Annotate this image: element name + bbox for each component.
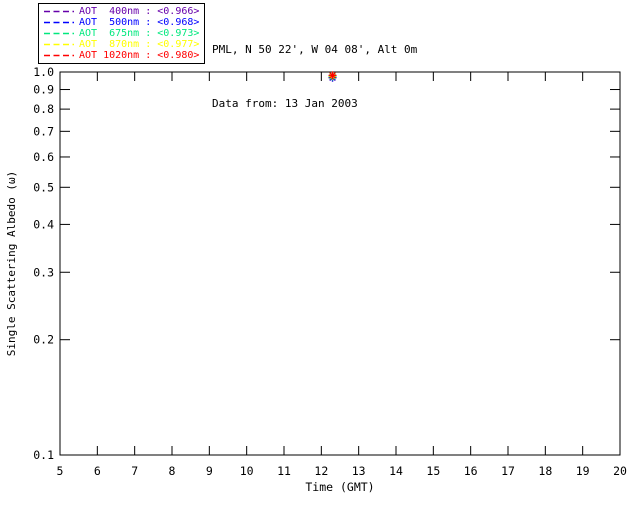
legend-label: AOT 400nm : <0.966>	[79, 6, 200, 17]
legend-box: AOT 400nm : <0.966> AOT 500nm : <0.968> AO…	[38, 3, 206, 64]
legend-label: AOT 870nm : <0.977>	[79, 39, 200, 50]
x-tick-label: 10	[240, 464, 254, 478]
x-tick-label: 15	[426, 464, 440, 478]
legend-dash-sample	[44, 21, 74, 24]
legend-item: AOT 500nm : <0.968>	[44, 17, 199, 28]
x-tick-label: 11	[277, 464, 291, 478]
x-tick-label: 8	[169, 464, 176, 478]
legend-dash-sample	[44, 32, 74, 35]
y-tick-label: 0.9	[33, 83, 54, 97]
y-axis-title: Single Scattering Albedo (ω)	[5, 171, 18, 356]
x-tick-label: 12	[314, 464, 328, 478]
x-tick-label: 17	[501, 464, 515, 478]
x-tick-label: 18	[538, 464, 552, 478]
y-tick-label: 0.8	[33, 102, 54, 116]
x-tick-label: 19	[576, 464, 590, 478]
legend-dash-sample	[44, 43, 74, 46]
legend-item: AOT 1020nm : <0.980>	[44, 50, 199, 61]
x-tick-label: 16	[464, 464, 478, 478]
y-tick-label: 1.0	[33, 65, 54, 79]
x-tick-label: 5	[57, 464, 64, 478]
legend-dash-sample	[44, 10, 74, 13]
x-tick-label: 9	[206, 464, 213, 478]
legend-item: AOT 400nm : <0.966>	[44, 6, 199, 17]
y-tick-label: 0.6	[33, 150, 54, 164]
legend-label: AOT 675nm : <0.973>	[79, 28, 200, 39]
station-header: PML, N 50 22', W 04 08', Alt 0m Data fro…	[212, 5, 417, 149]
data-date-line: Data from: 13 Jan 2003	[212, 97, 358, 110]
ssa-chart-page: 5 6 7 8 9 10 11 12 13 14 15 16 17 18 19 20 1.0 0.9 0.8 0.7 0…	[0, 0, 640, 512]
y-tick-label: 0.2	[33, 333, 54, 347]
legend-dash-sample	[44, 54, 74, 57]
y-tick-label: 0.5	[33, 180, 54, 194]
y-tick-label: 0.7	[33, 124, 54, 138]
station-info-line: PML, N 50 22', W 04 08', Alt 0m	[212, 43, 418, 56]
legend-label: AOT 500nm : <0.968>	[79, 17, 200, 28]
x-tick-label: 6	[94, 464, 101, 478]
legend-item: AOT 675nm : <0.973>	[44, 28, 199, 39]
legend-label: AOT 1020nm : <0.980>	[79, 50, 200, 61]
x-tick-label: 13	[352, 464, 366, 478]
legend-item: AOT 870nm : <0.977>	[44, 39, 199, 50]
x-tick-label: 7	[131, 464, 138, 478]
y-tick-label: 0.4	[33, 217, 54, 231]
y-tick-label: 0.1	[33, 448, 54, 462]
x-tick-label: 20	[613, 464, 627, 478]
x-tick-label: 14	[389, 464, 403, 478]
x-axis-title: Time (GMT)	[305, 480, 374, 494]
y-tick-label: 0.3	[33, 265, 54, 279]
